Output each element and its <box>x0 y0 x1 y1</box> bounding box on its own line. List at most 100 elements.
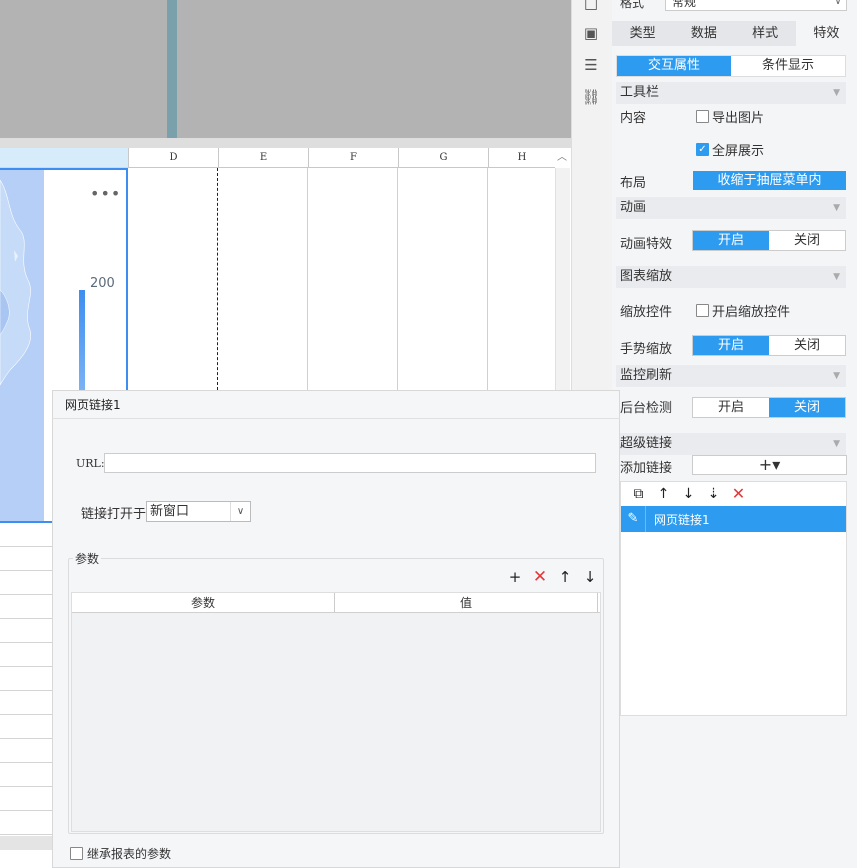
inherit-params-label: 继承报表的参数 <box>87 847 172 861</box>
chevron-down-icon[interactable]: ∨ <box>230 502 250 521</box>
open-in-label: 链接打开于 <box>81 507 147 522</box>
page-break-line <box>217 168 218 390</box>
horizontal-scrollbar[interactable] <box>0 836 52 850</box>
fullscreen-checkbox[interactable]: ✓ <box>696 143 709 156</box>
row-gridline <box>0 738 52 739</box>
background-check-toggle[interactable]: 开启 关闭 <box>692 397 846 418</box>
link-list-item[interactable]: ✎ 网页链接1 <box>621 506 846 532</box>
row-gridline <box>0 618 52 619</box>
more-options-icon[interactable]: ••• <box>90 184 121 203</box>
canvas-divider <box>167 0 177 138</box>
row-lines-area <box>0 523 52 868</box>
gesture-zoom-on-button[interactable]: 开启 <box>693 336 769 355</box>
gesture-zoom-label: 手势缩放 <box>620 342 673 357</box>
column-gridline <box>397 168 398 390</box>
gesture-zoom-toggle[interactable]: 开启 关闭 <box>692 335 846 356</box>
gesture-zoom-off-button[interactable]: 关闭 <box>769 336 845 355</box>
collapse-icon[interactable]: ▼ <box>833 82 840 104</box>
tab-type[interactable]: 类型 <box>612 21 673 46</box>
collapse-icon[interactable]: ▼ <box>833 197 840 219</box>
dropdown-widget-icon[interactable]: ▣ <box>580 22 602 44</box>
move-down-icon[interactable]: ↓ <box>676 483 701 505</box>
background-check-label: 后台检测 <box>620 401 673 416</box>
add-param-icon[interactable]: + <box>505 567 525 587</box>
column-header-h[interactable]: H <box>488 148 555 168</box>
tab-data[interactable]: 数据 <box>673 21 734 46</box>
section-toolbar[interactable]: 工具栏 ▼ <box>616 82 846 104</box>
main-tabs: 类型 数据 样式 特效 <box>612 21 857 46</box>
open-in-select[interactable]: 新窗口 ∨ <box>146 501 251 522</box>
column-header-e[interactable]: E <box>218 148 308 168</box>
inherit-params-checkbox[interactable] <box>70 847 83 860</box>
column-gridline <box>487 168 488 390</box>
column-gridline <box>307 168 308 390</box>
animation-off-button[interactable]: 关闭 <box>769 231 845 250</box>
url-input[interactable] <box>104 453 596 473</box>
layout-option-drawer[interactable]: 收缩于抽屉菜单内 <box>693 171 846 190</box>
section-monitor-refresh[interactable]: 监控刷新 ▼ <box>616 365 846 387</box>
tab-effects[interactable]: 特效 <box>795 21 857 46</box>
collapse-icon[interactable]: ▼ <box>833 266 840 288</box>
zoom-control-label: 缩放控件 <box>620 305 673 320</box>
section-animation[interactable]: 动画 ▼ <box>616 197 846 219</box>
column-header-g[interactable]: G <box>398 148 488 168</box>
row-gridline <box>0 594 52 595</box>
section-title: 图表缩放 <box>620 269 673 284</box>
section-chart-zoom[interactable]: 图表缩放 ▼ <box>616 266 846 288</box>
layers-icon[interactable]: ☰ <box>580 54 602 76</box>
content-label: 内容 <box>620 111 647 126</box>
edit-pencil-icon[interactable]: ✎ <box>621 506 646 532</box>
fullscreen-option[interactable]: ✓ 全屏展示 <box>696 140 764 159</box>
param-up-icon[interactable]: ↑ <box>555 567 575 587</box>
param-down-icon[interactable]: ↓ <box>580 567 600 587</box>
section-title: 动画 <box>620 200 647 215</box>
dialog-title: 网页链接1 <box>65 398 121 412</box>
column-header-d[interactable]: D <box>128 148 218 168</box>
open-in-value: 新窗口 <box>150 504 190 519</box>
dialog-divider <box>52 418 620 419</box>
row-gridline <box>0 666 52 667</box>
url-label: URL: <box>76 457 105 470</box>
column-header-f[interactable]: F <box>308 148 398 168</box>
link-item-label: 网页链接1 <box>654 512 710 527</box>
tab-conditional-display[interactable]: 条件显示 <box>731 56 845 76</box>
delete-icon[interactable]: ✕ <box>726 483 751 505</box>
animation-toggle[interactable]: 开启 关闭 <box>692 230 846 251</box>
chevron-down-icon[interactable]: ∨ <box>829 0 847 11</box>
zoom-control-checkbox[interactable] <box>696 304 709 317</box>
section-hyperlink[interactable]: 超级链接 ▼ <box>616 433 846 455</box>
format-select[interactable]: 常规 <box>665 0 847 11</box>
selected-column-header-band <box>0 148 128 168</box>
collapse-icon[interactable]: ▼ <box>833 433 840 455</box>
move-to-bottom-icon[interactable]: ⇣ <box>701 483 726 505</box>
section-title: 超级链接 <box>620 436 673 451</box>
add-link-button[interactable]: +▾ <box>692 455 847 475</box>
animation-effect-label: 动画特效 <box>620 237 673 252</box>
add-link-label: 添加链接 <box>620 461 673 476</box>
vertical-scrollbar[interactable] <box>555 168 570 390</box>
collapse-icon[interactable]: ▼ <box>833 365 840 387</box>
params-group-label: 参数 <box>73 550 102 567</box>
link-icon[interactable]: ⛓ <box>580 86 602 108</box>
inherit-params-option[interactable]: 继承报表的参数 <box>70 845 171 862</box>
copy-icon[interactable]: ⧉ <box>626 483 651 505</box>
animation-on-button[interactable]: 开启 <box>693 231 769 250</box>
delete-param-icon[interactable]: ✕ <box>530 567 550 587</box>
export-image-option[interactable]: 导出图片 <box>696 107 764 126</box>
map-region-shape <box>0 170 44 521</box>
frame-icon[interactable]: □ <box>580 0 602 14</box>
tab-interaction[interactable]: 交互属性 <box>617 56 731 76</box>
move-up-icon[interactable]: ↑ <box>651 483 676 505</box>
tab-style[interactable]: 样式 <box>735 21 796 46</box>
params-table[interactable] <box>71 592 601 832</box>
zoom-control-option[interactable]: 开启缩放控件 <box>696 301 790 320</box>
legend-max-value: 200 <box>90 276 115 291</box>
layout-label: 布局 <box>620 176 647 191</box>
background-check-off-button[interactable]: 关闭 <box>769 398 845 417</box>
scroll-up-icon[interactable]: ︿ <box>554 150 570 166</box>
background-check-on-button[interactable]: 开启 <box>693 398 769 417</box>
export-image-checkbox[interactable] <box>696 110 709 123</box>
row-gridline <box>0 786 52 787</box>
canvas-preview-area <box>0 0 571 138</box>
row-gridline <box>0 642 52 643</box>
